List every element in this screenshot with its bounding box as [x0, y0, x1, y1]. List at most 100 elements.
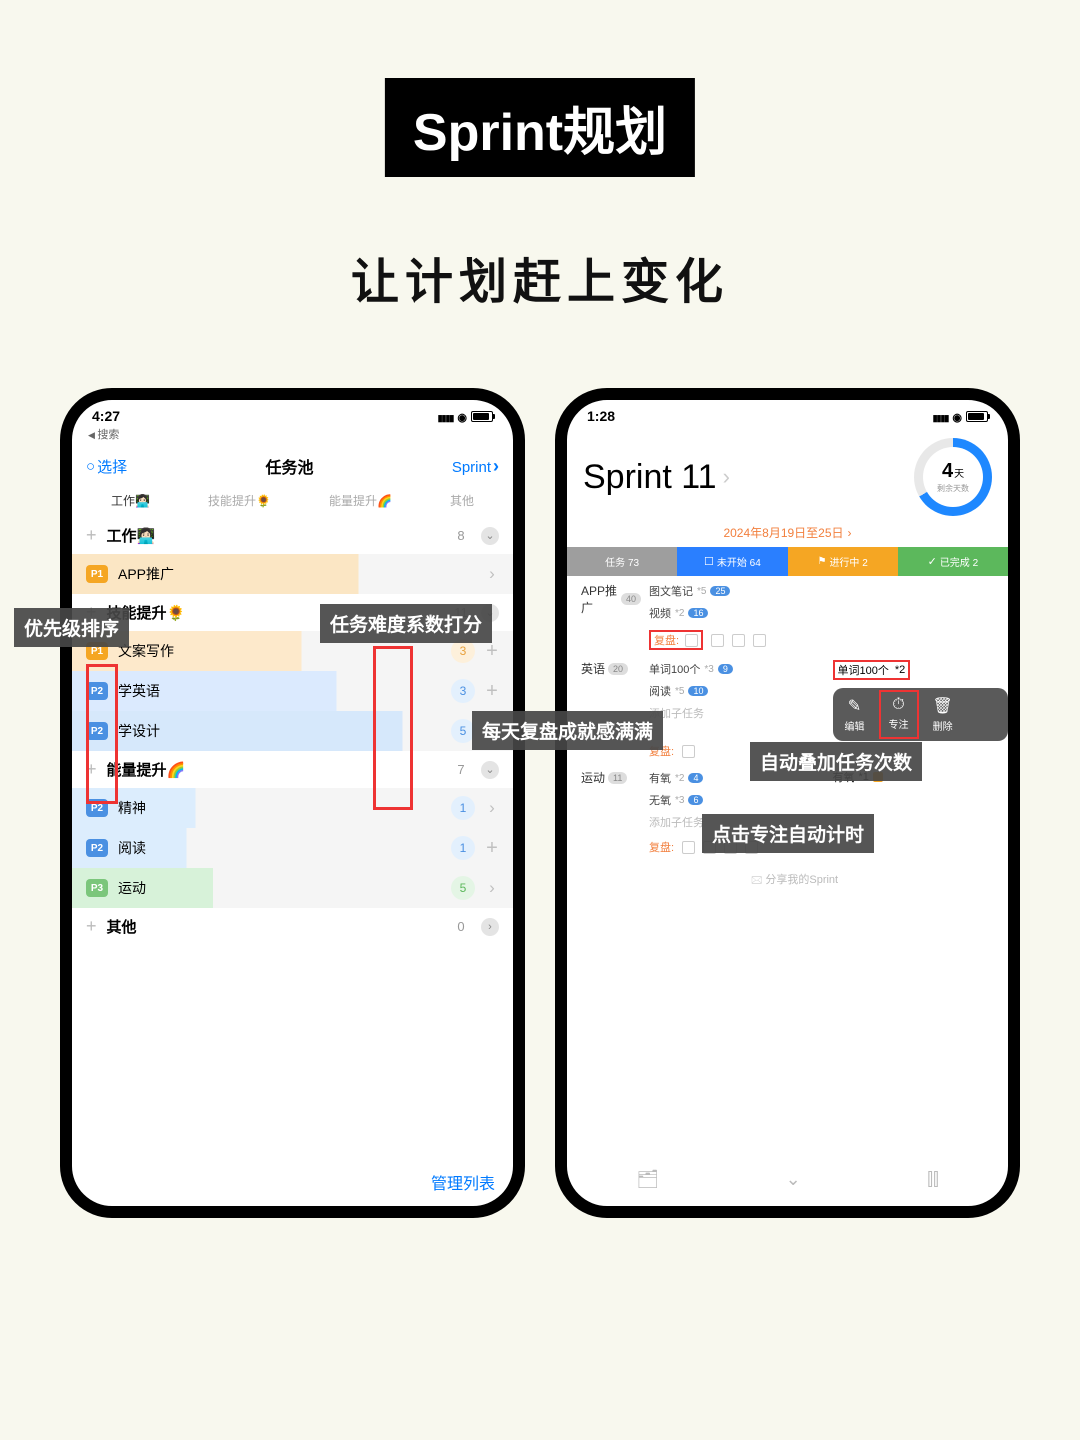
- section-other[interactable]: + 其他 0 ›: [72, 908, 513, 945]
- chevron-icon[interactable]: ›: [485, 878, 499, 898]
- subtask[interactable]: 视频*216: [649, 602, 825, 624]
- cat-label: APP推广: [581, 582, 618, 616]
- section-work[interactable]: + 工作👩🏻‍💻 8 ⌄: [72, 517, 513, 554]
- tab-work[interactable]: 工作👩🏻‍💻: [111, 492, 150, 509]
- category-tabs: 工作👩🏻‍💻 技能提升🌻 能量提升🌈 其他: [72, 488, 513, 517]
- chevron-down-icon[interactable]: ⌄: [786, 1169, 801, 1190]
- tab-all-tasks[interactable]: 任务 73: [567, 547, 677, 576]
- add-icon[interactable]: +: [485, 837, 499, 860]
- task-label: APP推广: [118, 564, 475, 584]
- priority-badge: P1: [86, 565, 108, 583]
- inbox-icon[interactable]: 🗂: [636, 1169, 659, 1190]
- board-row-apppromo: APP推广40 图文笔记*525 视频*216: [581, 580, 1008, 624]
- chevron-icon[interactable]: ›: [485, 564, 499, 584]
- date-range[interactable]: 2024年8月19日至25日: [567, 524, 1008, 547]
- chevron-icon[interactable]: ›: [485, 798, 499, 818]
- battery-icon: [966, 411, 988, 422]
- anno-focus: 点击专注自动计时: [702, 814, 874, 853]
- highlight-scores: [373, 646, 413, 810]
- tab-other[interactable]: 其他: [450, 492, 474, 509]
- add-icon[interactable]: +: [485, 680, 499, 703]
- subtask-right[interactable]: 单词100个*2: [833, 658, 1009, 682]
- tab-skill[interactable]: 技能提升🌻: [208, 492, 271, 509]
- task-app-promo[interactable]: P1 APP推广 ›: [72, 554, 513, 594]
- title-badge: Sprint规划: [385, 78, 695, 177]
- select-button[interactable]: 选择: [86, 456, 127, 477]
- priority-badge: P3: [86, 879, 108, 897]
- subtask[interactable]: 图文笔记*525: [649, 580, 825, 602]
- task-design[interactable]: P2 学设计 5 ›: [72, 711, 513, 751]
- square-icon: [704, 555, 714, 568]
- tab-energy[interactable]: 能量提升🌈: [329, 492, 392, 509]
- checkbox[interactable]: [732, 634, 745, 647]
- tab-in-progress[interactable]: 进行中 2: [788, 547, 898, 576]
- check-icon: [928, 555, 937, 568]
- share-sprint[interactable]: 分享我的Sprint: [581, 863, 1008, 898]
- checkbox[interactable]: [753, 634, 766, 647]
- score-bubble: 1: [451, 836, 475, 860]
- subtitle: 让计划赶上变化: [351, 242, 729, 312]
- priority-badge: P2: [86, 839, 108, 857]
- section-energy[interactable]: + 能量提升🌈 7 ⌄: [72, 751, 513, 788]
- signal-icon: [438, 408, 454, 424]
- task-reading[interactable]: P2 阅读 1 +: [72, 828, 513, 868]
- review-row: 复盘:: [581, 626, 1008, 658]
- checkbox[interactable]: [711, 634, 724, 647]
- status-bar: 4:27: [72, 400, 513, 424]
- section-label: 工作👩🏻‍💻: [107, 525, 441, 546]
- anno-review: 每天复盘成就感满满: [472, 711, 663, 750]
- edit-icon: ✎: [848, 696, 861, 716]
- task-spirit[interactable]: P2 精神 1 ›: [72, 788, 513, 828]
- collapse-icon[interactable]: ⌄: [481, 527, 499, 545]
- sprint-title[interactable]: Sprint 11: [583, 458, 902, 497]
- tab-not-started[interactable]: 未开始 64: [677, 547, 787, 576]
- chevron-icon[interactable]: ›: [481, 918, 499, 936]
- highlight-priority: [86, 664, 118, 804]
- battery-icon: [471, 411, 493, 422]
- subtask[interactable]: 单词100个*39: [649, 658, 825, 680]
- focus-button[interactable]: ⏱专注: [877, 688, 921, 741]
- count-bubble: 11: [608, 772, 627, 784]
- score-bubble: 3: [451, 679, 475, 703]
- status-tabs: 任务 73 未开始 64 进行中 2 已完成 2: [567, 547, 1008, 576]
- phone-right: 1:28 Sprint 11 4 剩余天数 2024年8月19日至25日: [555, 388, 1020, 1218]
- anno-autoinc: 自动叠加任务次数: [750, 742, 922, 781]
- days-ring: 4 剩余天数: [914, 438, 992, 516]
- subtask[interactable]: 阅读*510: [649, 680, 825, 702]
- anno-priority: 优先级排序: [14, 608, 129, 647]
- task-sport[interactable]: P3 运动 5 ›: [72, 868, 513, 908]
- collapse-icon[interactable]: ⌄: [481, 761, 499, 779]
- section-count: 0: [451, 919, 471, 934]
- section-count: 7: [451, 762, 471, 777]
- plus-icon[interactable]: +: [86, 525, 97, 546]
- review-label: 复盘:: [649, 839, 674, 855]
- section-label: 其他: [107, 916, 441, 937]
- checkbox[interactable]: [685, 634, 698, 647]
- add-subtask[interactable]: 添加子任务: [649, 702, 825, 724]
- stats-icon[interactable]: ⫿⫿: [927, 1169, 939, 1190]
- nav-bar: 选择 任务池 Sprint: [72, 448, 513, 488]
- count-bubble: 40: [621, 593, 641, 605]
- checkbox[interactable]: [682, 841, 695, 854]
- signal-icon: [933, 408, 949, 424]
- time: 4:27: [92, 408, 120, 424]
- anno-difficulty: 任务难度系数打分: [320, 604, 492, 643]
- timer-icon: ⏱: [892, 696, 904, 714]
- tab-done[interactable]: 已完成 2: [898, 547, 1008, 576]
- days-label: 剩余天数: [937, 483, 969, 494]
- edit-button[interactable]: ✎编辑: [833, 688, 877, 741]
- plus-icon[interactable]: +: [86, 916, 97, 937]
- status-bar: 1:28: [567, 400, 1008, 424]
- wifi-icon: [457, 408, 467, 424]
- phone-left: 4:27 搜索 选择 任务池 Sprint 工作👩🏻‍💻 技能提升🌻 能量提升🌈…: [60, 388, 525, 1218]
- task-english[interactable]: P2 学英语 3 +: [72, 671, 513, 711]
- subtask[interactable]: 无氧*36: [649, 789, 825, 811]
- score-bubble: 5: [451, 876, 475, 900]
- manage-lists-button[interactable]: 管理列表: [431, 1170, 495, 1194]
- page-title: 任务池: [265, 454, 313, 478]
- delete-button[interactable]: 🗑删除: [921, 688, 965, 741]
- sprint-link[interactable]: Sprint: [452, 456, 499, 477]
- checkbox[interactable]: [682, 745, 695, 758]
- back-to-search[interactable]: 搜索: [72, 424, 513, 448]
- trash-icon: 🗑: [933, 696, 953, 716]
